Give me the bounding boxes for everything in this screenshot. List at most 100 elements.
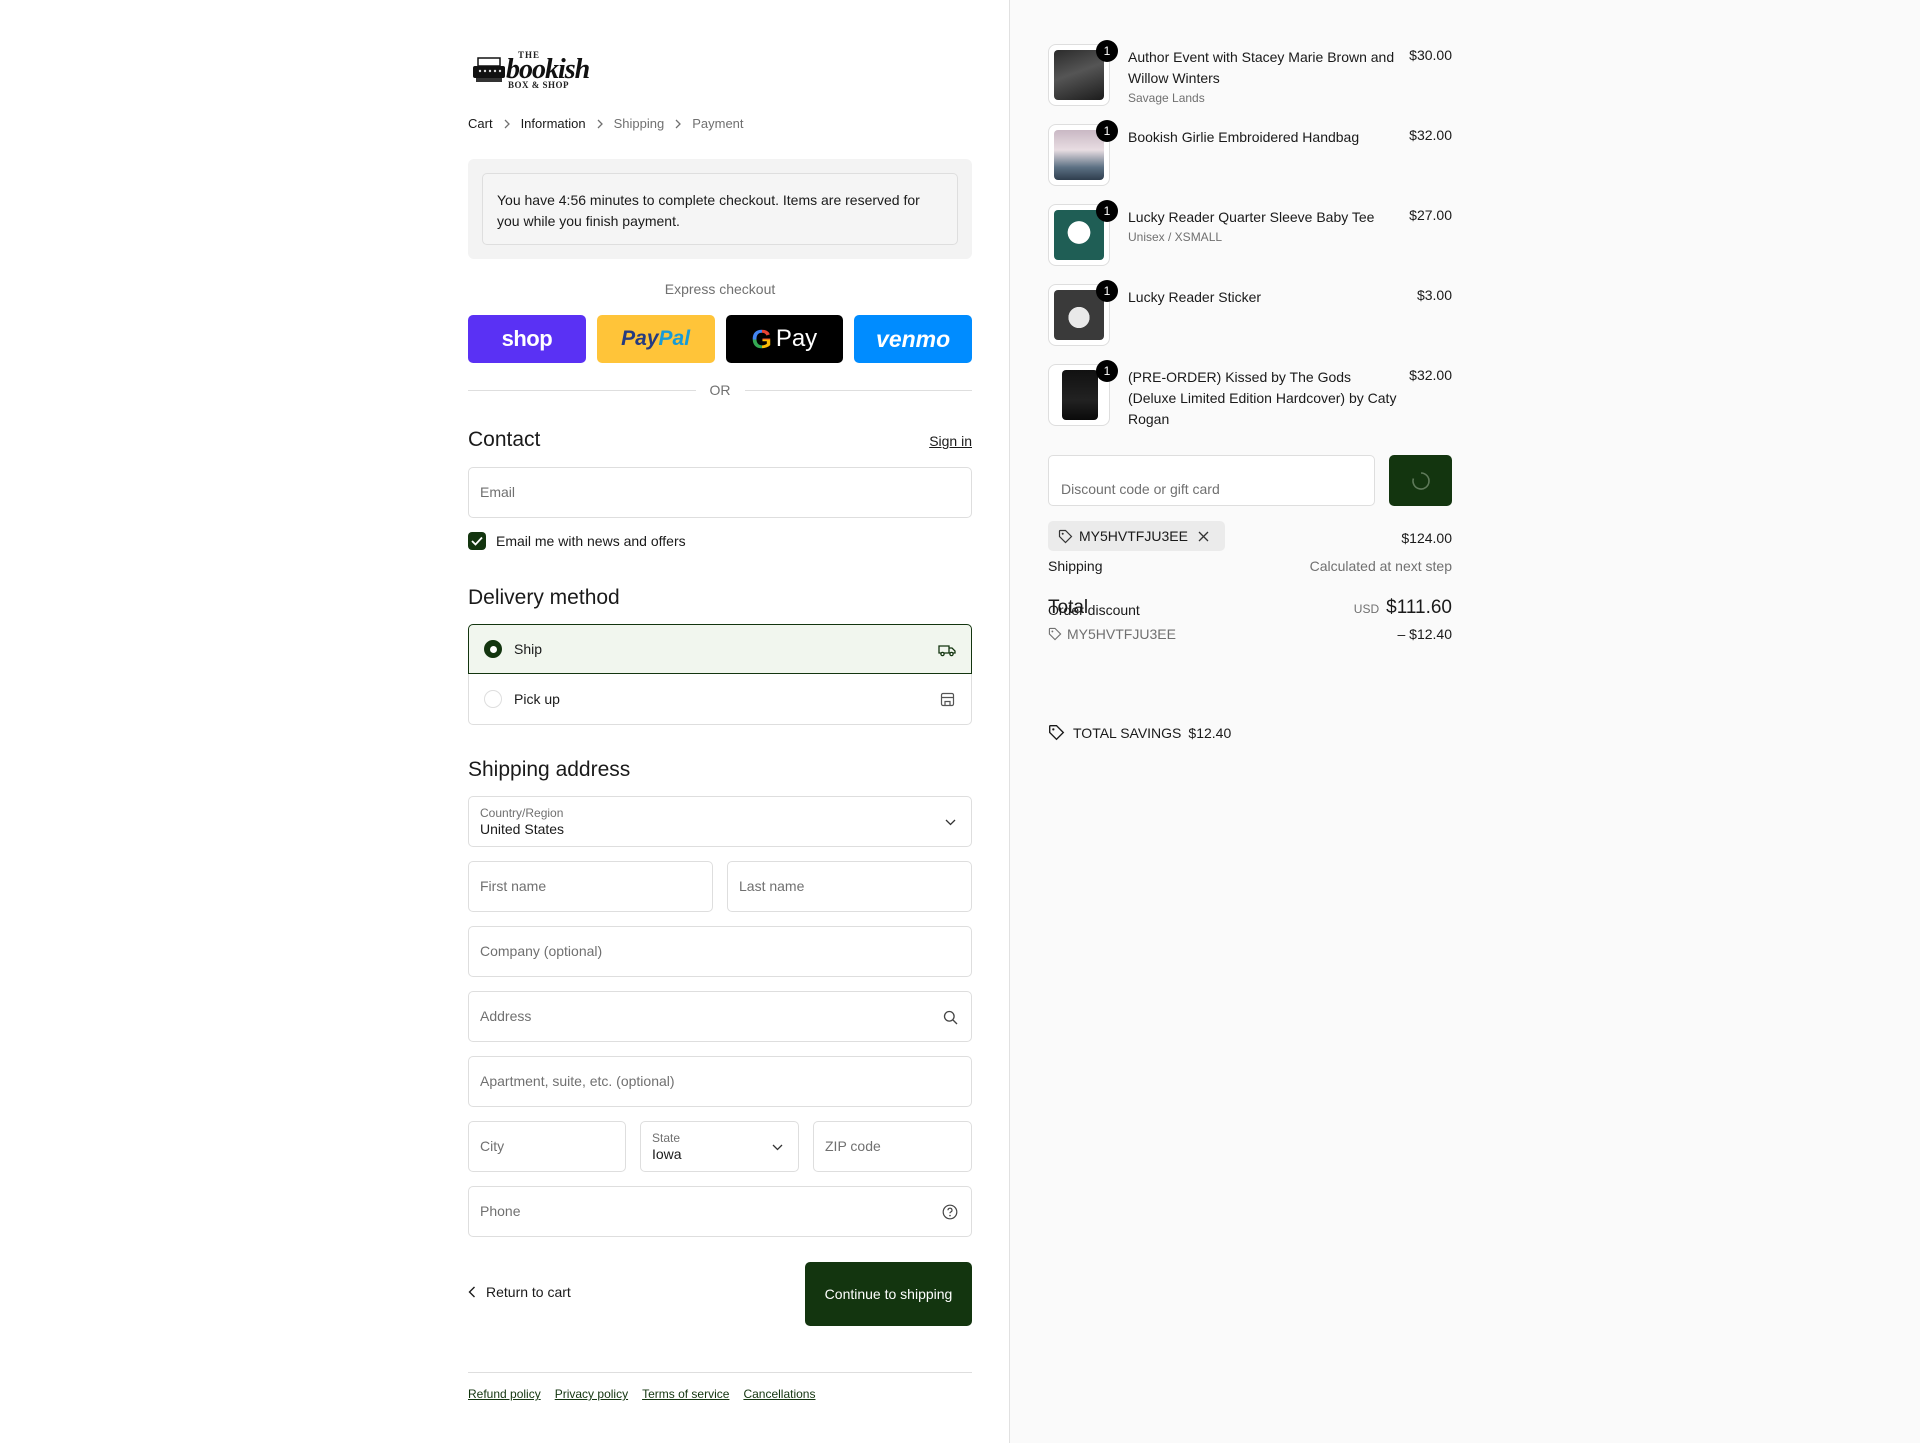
apply-discount-button[interactable] — [1389, 455, 1452, 506]
total-savings: TOTAL SAVINGS $12.40 — [1048, 724, 1231, 741]
apartment-field[interactable]: Apartment, suite, etc. (optional) — [468, 1056, 972, 1107]
address-field[interactable]: Address — [468, 991, 972, 1042]
zip-field[interactable]: ZIP code — [813, 1121, 972, 1172]
phone-placeholder: Phone — [480, 1203, 521, 1219]
return-to-cart-label: Return to cart — [486, 1284, 571, 1300]
discount-code-placeholder: Discount code or gift card — [1061, 481, 1220, 497]
return-to-cart-link[interactable]: Return to cart — [468, 1284, 571, 1300]
newsletter-checkbox-row[interactable]: Email me with news and offers — [468, 532, 686, 550]
paypal-button[interactable]: Pay Pal — [596, 315, 715, 363]
delivery-option-pickup[interactable]: Pick up — [468, 674, 972, 725]
chevron-right-icon — [674, 119, 682, 129]
quantity-badge: 1 — [1096, 120, 1118, 142]
product-variant: Unisex / XSMALL — [1128, 230, 1223, 244]
store-icon — [937, 689, 957, 709]
chevron-down-icon — [941, 813, 959, 831]
city-field[interactable]: City — [468, 1121, 626, 1172]
zip-placeholder: ZIP code — [825, 1138, 881, 1154]
breadcrumb: Cart Information Shipping Payment — [468, 116, 744, 131]
shipping-row: Shipping Calculated at next step — [1048, 558, 1452, 574]
discount-form: Discount code or gift card — [1048, 455, 1452, 506]
tag-icon — [1049, 725, 1065, 741]
venmo-button[interactable]: venmo — [854, 315, 972, 363]
reservation-timer-text: You have 4:56 minutes to complete checko… — [482, 173, 958, 245]
product-price: $32.00 — [1409, 127, 1452, 143]
privacy-policy-link[interactable]: Privacy policy — [555, 1387, 628, 1401]
sign-in-link[interactable]: Sign in — [929, 433, 972, 449]
quantity-badge: 1 — [1096, 360, 1118, 382]
last-name-field[interactable]: Last name — [727, 861, 972, 912]
company-field[interactable]: Company (optional) — [468, 926, 972, 977]
express-checkout-buttons: shop Pay Pal G Pay venmo — [468, 315, 972, 363]
product-name: Author Event with Stacey Marie Brown and… — [1128, 49, 1395, 86]
store-logo[interactable]: THE bookish BOX & SHOP — [468, 46, 590, 90]
google-pay-label: Pay — [775, 325, 818, 352]
paypal-logo-pal: Pal — [658, 327, 691, 350]
order-discount-label: Order discount — [1048, 602, 1140, 618]
ship-label: Ship — [514, 641, 543, 657]
country-label: Country/Region — [480, 806, 564, 820]
pickup-label: Pick up — [514, 691, 560, 707]
country-value: United States — [480, 821, 565, 837]
delivery-option-ship[interactable]: Ship — [468, 624, 972, 674]
phone-field[interactable]: Phone — [468, 1186, 972, 1237]
discount-code-row: MY5HVTFJU3EE – $12.40 — [1048, 626, 1452, 642]
cancellations-link[interactable]: Cancellations — [743, 1387, 815, 1401]
last-name-placeholder: Last name — [739, 878, 805, 894]
venmo-logo: venmo — [876, 325, 951, 352]
terms-of-service-link[interactable]: Terms of service — [642, 1387, 729, 1401]
quantity-badge: 1 — [1096, 200, 1118, 222]
first-name-placeholder: First name — [480, 878, 547, 894]
product-price: $3.00 — [1416, 287, 1452, 303]
product-name: Bookish Girlie Embroidered Handbag — [1128, 129, 1360, 145]
checkout-main-panel: THE bookish BOX & SHOP Cart Information … — [0, 0, 1009, 1443]
breadcrumb-information: Information — [520, 116, 586, 131]
subtotal-value: $124.00 — [1401, 530, 1452, 546]
refund-policy-link[interactable]: Refund policy — [468, 1387, 541, 1401]
ship-radio[interactable] — [484, 640, 502, 658]
discount-amount: – $12.40 — [1397, 626, 1453, 642]
discount-code-input[interactable]: Discount code or gift card — [1048, 455, 1375, 506]
help-circle-icon[interactable] — [941, 1203, 959, 1221]
google-pay-button[interactable]: G Pay — [725, 315, 844, 363]
state-label: State — [652, 1131, 681, 1145]
quantity-badge: 1 — [1096, 40, 1118, 62]
paypal-logo-pay: Pay — [621, 327, 659, 350]
loading-spinner-icon — [1411, 471, 1430, 490]
company-placeholder: Company (optional) — [480, 943, 603, 959]
continue-to-shipping-button[interactable]: Continue to shipping — [805, 1262, 972, 1326]
contact-title: Contact — [468, 428, 541, 451]
email-field[interactable]: Email — [468, 467, 972, 518]
breadcrumb-cart[interactable]: Cart — [468, 116, 493, 131]
newsletter-checkbox[interactable] — [468, 532, 486, 550]
product-price: $30.00 — [1409, 47, 1452, 63]
pickup-radio[interactable] — [484, 690, 502, 708]
checkmark-icon — [471, 536, 483, 546]
contact-header: Contact Sign in — [468, 428, 972, 452]
chevron-down-icon — [768, 1138, 786, 1156]
discount-code-name: MY5HVTFJU3EE — [1067, 626, 1176, 642]
product-price: $32.00 — [1409, 367, 1452, 383]
policy-footer: Refund policy Privacy policy Terms of se… — [468, 1372, 972, 1401]
or-text: OR — [709, 382, 731, 398]
breadcrumb-payment: Payment — [692, 116, 744, 131]
first-name-field[interactable]: First name — [468, 861, 713, 912]
delivery-method-options: Ship Pick up — [468, 624, 972, 725]
apartment-placeholder: Apartment, suite, etc. (optional) — [480, 1073, 675, 1089]
state-select[interactable]: State Iowa — [640, 1121, 799, 1172]
total-savings-label: TOTAL SAVINGS — [1073, 724, 1182, 741]
address-placeholder: Address — [480, 1008, 532, 1024]
shipping-address-title: Shipping address — [468, 758, 631, 781]
search-icon[interactable] — [941, 1008, 959, 1026]
country-select[interactable]: Country/Region United States — [468, 796, 972, 847]
city-placeholder: City — [480, 1138, 505, 1154]
tag-icon — [1048, 627, 1062, 641]
shop-pay-button[interactable]: shop — [468, 315, 586, 363]
email-placeholder: Email — [480, 484, 516, 500]
shipping-label: Shipping — [1048, 558, 1103, 574]
product-variant: Savage Lands — [1128, 91, 1205, 105]
express-checkout-label: Express checkout — [664, 281, 776, 297]
state-value: Iowa — [652, 1146, 682, 1162]
breadcrumb-shipping: Shipping — [613, 116, 665, 131]
logo-text-sub: BOX & SHOP — [508, 80, 570, 90]
